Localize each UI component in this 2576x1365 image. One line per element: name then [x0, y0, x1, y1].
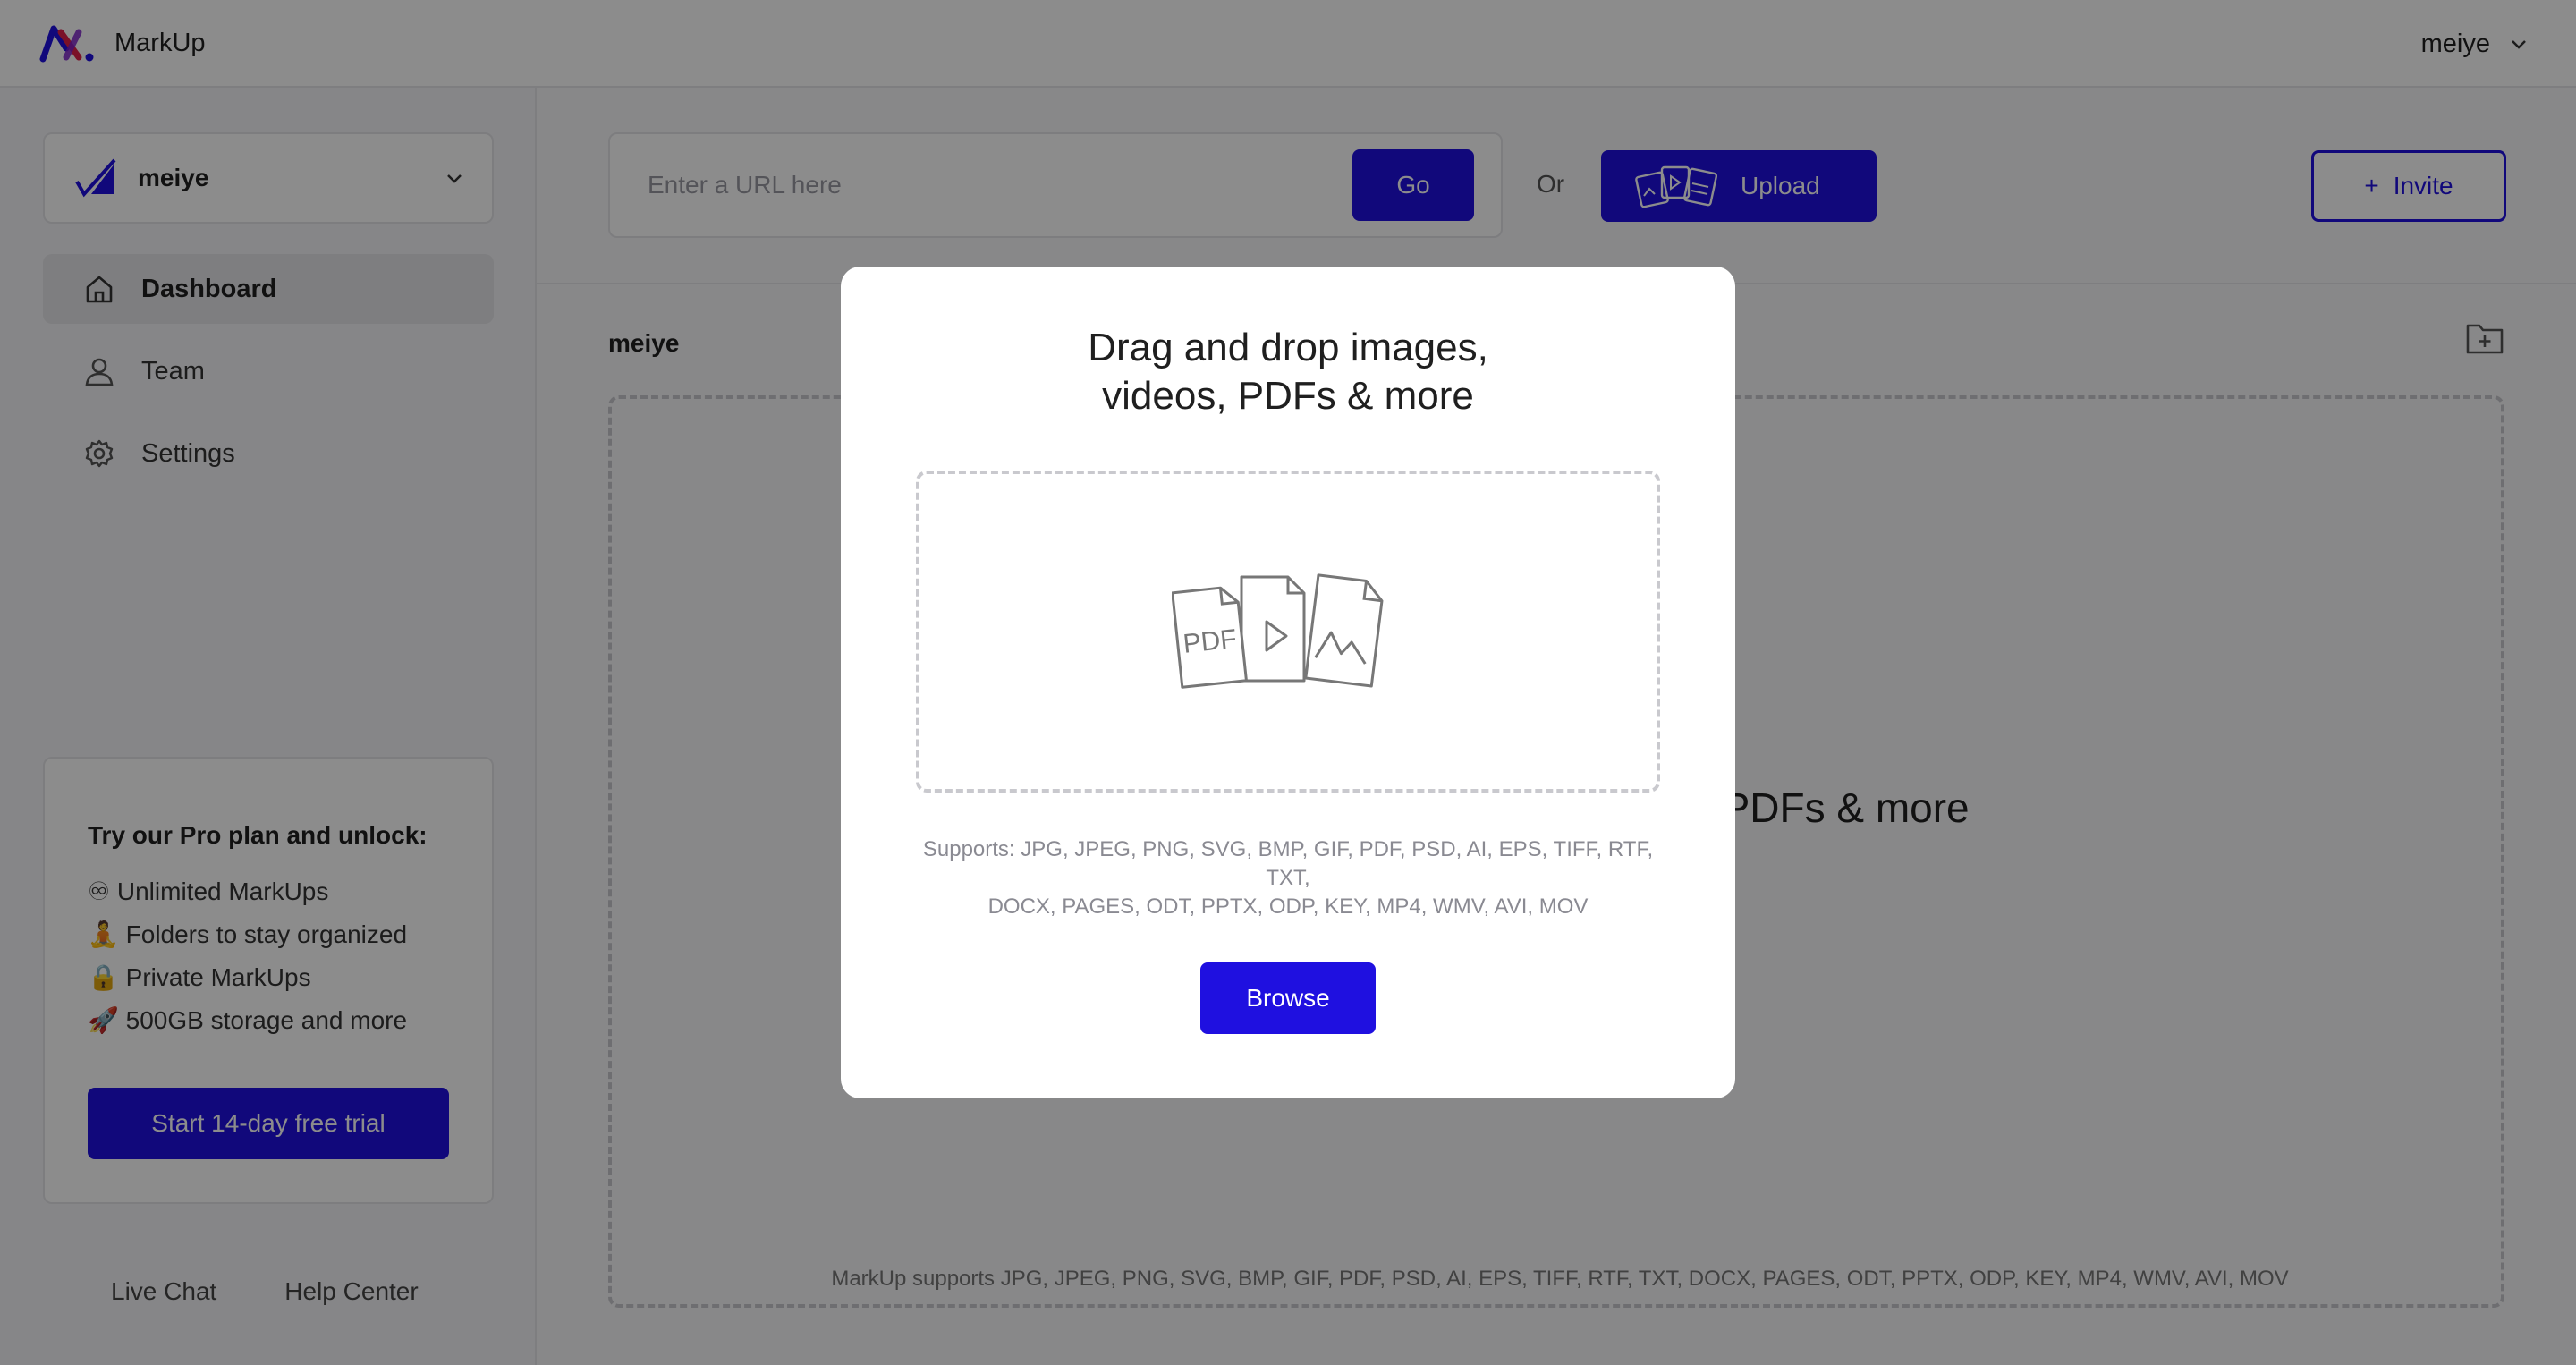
- image-file-icon: [1304, 573, 1384, 688]
- supports-line: DOCX, PAGES, ODT, PPTX, ODP, KEY, MP4, W…: [987, 894, 1589, 919]
- pdf-label: PDF: [1182, 624, 1238, 659]
- pdf-file-icon: PDF: [1172, 586, 1248, 689]
- modal-title-line: Drag and drop images,: [1088, 326, 1488, 369]
- upload-modal: Drag and drop images, videos, PDFs & mor…: [841, 267, 1735, 1098]
- video-file-icon: [1240, 575, 1306, 682]
- modal-supported-formats: Supports: JPG, JPEG, PNG, SVG, BMP, GIF,…: [916, 835, 1660, 921]
- modal-title: Drag and drop images, videos, PDFs & mor…: [841, 324, 1735, 420]
- supports-line: Supports: JPG, JPEG, PNG, SVG, BMP, GIF,…: [922, 837, 1654, 890]
- browse-button[interactable]: Browse: [1200, 962, 1376, 1034]
- modal-drop-zone[interactable]: PDF: [916, 471, 1660, 793]
- modal-title-line: videos, PDFs & more: [1102, 374, 1474, 418]
- file-types-icon: PDF: [1172, 573, 1384, 689]
